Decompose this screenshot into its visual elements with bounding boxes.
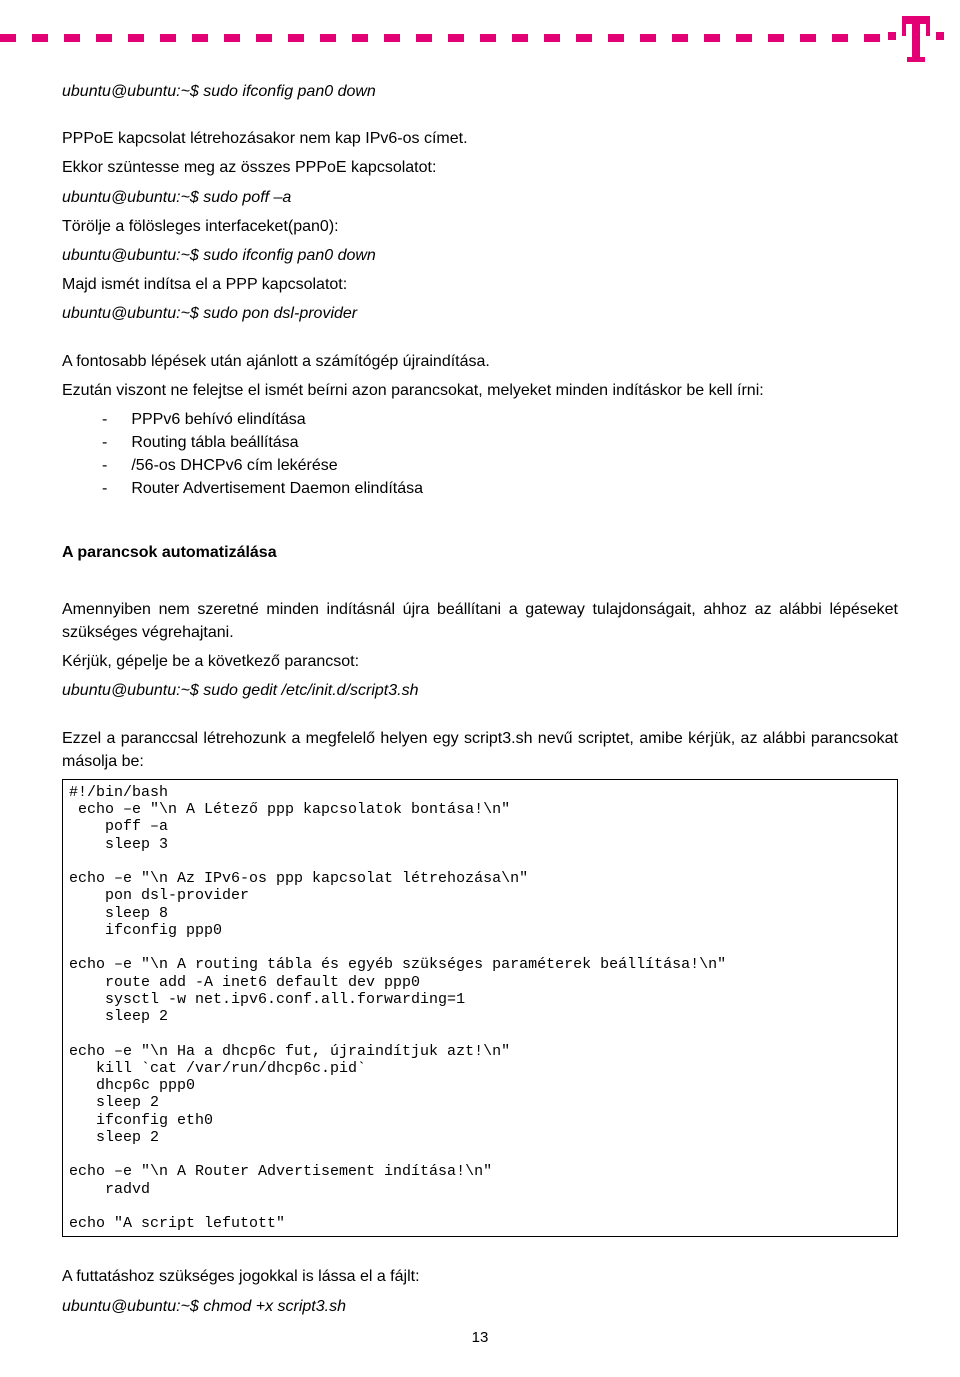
list-item: - PPPv6 behívó elindítása — [62, 408, 898, 431]
bullet-dash-icon: - — [102, 431, 107, 454]
dash-row — [0, 34, 884, 42]
list-item-text: Router Advertisement Daemon elindítása — [131, 477, 898, 500]
header-decoration — [0, 24, 960, 54]
list-item: - Router Advertisement Daemon elindítása — [62, 477, 898, 500]
command-line: ubuntu@ubuntu:~$ sudo pon dsl-provider — [62, 302, 898, 325]
list-item-text: PPPv6 behívó elindítása — [131, 408, 898, 431]
paragraph: Ekkor szüntesse meg az összes PPPoE kapc… — [62, 156, 898, 179]
bullet-dash-icon: - — [102, 408, 107, 431]
paragraph: Kérjük, gépelje be a következő parancsot… — [62, 650, 898, 673]
bullet-dash-icon: - — [102, 477, 107, 500]
telekom-logo-icon — [888, 16, 944, 62]
paragraph: PPPoE kapcsolat létrehozásakor nem kap I… — [62, 127, 898, 150]
page-content: ubuntu@ubuntu:~$ sudo ifconfig pan0 down… — [62, 80, 898, 1324]
bullet-dash-icon: - — [102, 454, 107, 477]
command-line: ubuntu@ubuntu:~$ sudo gedit /etc/init.d/… — [62, 679, 898, 702]
command-line: ubuntu@ubuntu:~$ sudo ifconfig pan0 down — [62, 244, 898, 267]
command-line: ubuntu@ubuntu:~$ sudo ifconfig pan0 down — [62, 80, 898, 103]
paragraph: Majd ismét indítsa el a PPP kapcsolatot: — [62, 273, 898, 296]
command-line: ubuntu@ubuntu:~$ chmod +x script3.sh — [62, 1295, 898, 1318]
code-block: #!/bin/bash echo –e "\n A Létező ppp kap… — [62, 779, 898, 1238]
section-heading: A parancsok automatizálása — [62, 541, 898, 564]
paragraph: Ezután viszont ne felejtse el ismét beír… — [62, 379, 898, 402]
list-item: - Routing tábla beállítása — [62, 431, 898, 454]
paragraph: Törölje a fölösleges interfaceket(pan0): — [62, 215, 898, 238]
paragraph: Ezzel a paranccsal létrehozunk a megfele… — [62, 727, 898, 773]
command-line: ubuntu@ubuntu:~$ sudo poff –a — [62, 186, 898, 209]
paragraph: A futtatáshoz szükséges jogokkal is láss… — [62, 1265, 898, 1288]
paragraph: A fontosabb lépések után ajánlott a szám… — [62, 350, 898, 373]
list-item: - /56-os DHCPv6 cím lekérése — [62, 454, 898, 477]
list-item-text: Routing tábla beállítása — [131, 431, 898, 454]
paragraph: Amennyiben nem szeretné minden indításná… — [62, 598, 898, 644]
list-item-text: /56-os DHCPv6 cím lekérése — [131, 454, 898, 477]
page-number: 13 — [0, 1327, 960, 1349]
